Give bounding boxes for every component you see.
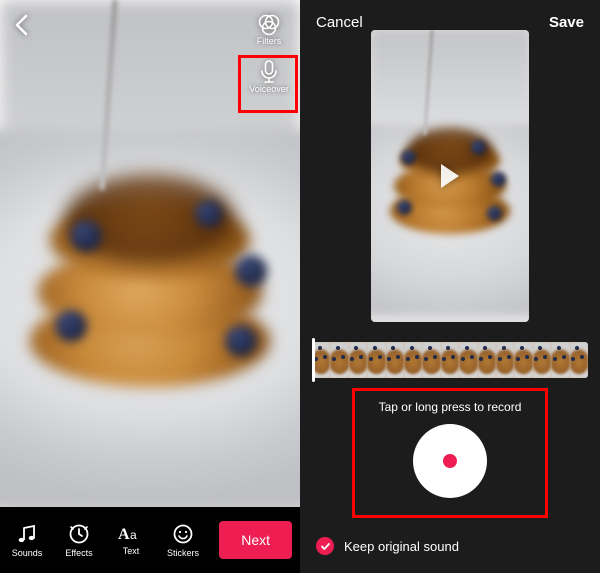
timeline-playhead[interactable]	[312, 338, 315, 382]
save-button[interactable]: Save	[549, 14, 584, 31]
record-dot-icon	[443, 454, 457, 468]
voiceover-label: Voiceover	[249, 84, 289, 94]
timeline-thumb	[514, 342, 532, 378]
text-label: Text	[123, 546, 140, 556]
play-icon	[441, 164, 459, 188]
timeline-thumb	[533, 342, 551, 378]
sounds-button[interactable]: Sounds	[4, 523, 50, 558]
editor-screen: Filters Voiceover	[0, 0, 300, 573]
timeline-thumb	[478, 342, 496, 378]
record-hint-text: Tap or long press to record	[379, 400, 522, 414]
svg-text:A: A	[118, 526, 130, 543]
timeline-thumb	[570, 342, 588, 378]
next-label: Next	[241, 532, 270, 548]
timeline-thumb	[330, 342, 348, 378]
filters-label: Filters	[257, 36, 282, 46]
text-icon: A a	[118, 523, 144, 543]
timeline-thumb	[459, 342, 477, 378]
sounds-label: Sounds	[12, 548, 43, 558]
microphone-icon	[258, 60, 280, 84]
effects-clock-icon	[68, 523, 90, 545]
check-icon	[320, 541, 331, 552]
side-toolbar: Filters Voiceover	[244, 14, 294, 94]
timeline-thumb	[349, 342, 367, 378]
timeline-thumb	[496, 342, 514, 378]
stickers-smile-icon	[172, 523, 194, 545]
keep-sound-label: Keep original sound	[344, 539, 459, 554]
filters-button[interactable]: Filters	[257, 14, 282, 46]
timeline-strip[interactable]	[312, 342, 588, 378]
timeline-thumb	[386, 342, 404, 378]
svg-text:a: a	[130, 528, 137, 542]
record-button[interactable]	[413, 424, 487, 498]
stickers-label: Stickers	[167, 548, 199, 558]
timeline-thumb	[404, 342, 422, 378]
effects-label: Effects	[65, 548, 92, 558]
text-button[interactable]: A a Text	[108, 523, 154, 558]
video-preview[interactable]	[371, 30, 529, 322]
next-button[interactable]: Next	[219, 521, 292, 559]
effects-button[interactable]: Effects	[56, 523, 102, 558]
back-button[interactable]	[14, 14, 28, 41]
timeline-thumb	[422, 342, 440, 378]
music-note-icon	[16, 523, 38, 545]
keep-original-sound-row[interactable]: Keep original sound	[316, 537, 459, 555]
cancel-button[interactable]: Cancel	[316, 14, 363, 31]
voiceover-screen: Cancel Save Tap or long press to record	[300, 0, 600, 573]
bottom-toolbar: Sounds Effects A a Text	[0, 507, 300, 573]
timeline-thumb	[551, 342, 569, 378]
keep-sound-checkbox[interactable]	[316, 537, 334, 555]
stickers-button[interactable]: Stickers	[160, 523, 206, 558]
filters-icon	[257, 14, 281, 36]
timeline-thumb	[441, 342, 459, 378]
voiceover-button[interactable]: Voiceover	[249, 60, 289, 94]
timeline-thumb	[367, 342, 385, 378]
record-area: Tap or long press to record	[358, 392, 542, 510]
